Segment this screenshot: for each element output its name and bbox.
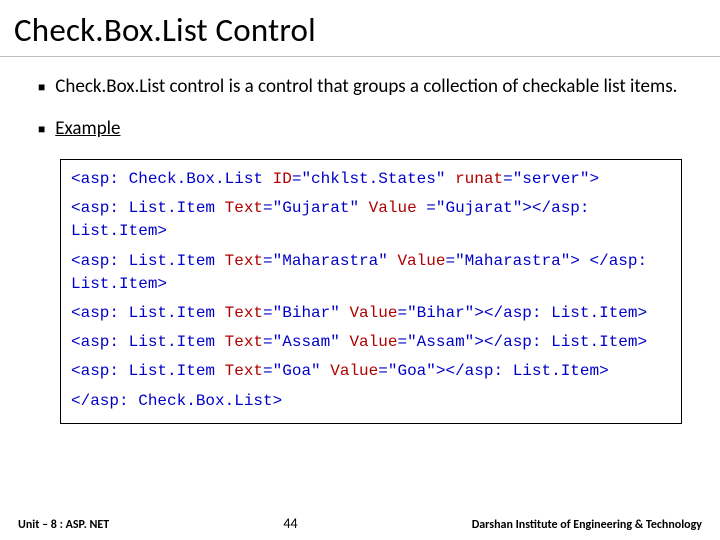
code-token: Value	[349, 333, 397, 351]
slide-footer: Unit – 8 : ASP. NET 44 Darshan Institute…	[0, 515, 720, 532]
code-token: <asp: List.Item	[71, 304, 225, 322]
code-token: runat	[455, 170, 503, 188]
code-line: <asp: List.Item Text="Goa" Value="Goa"><…	[71, 360, 671, 383]
code-token: <asp: List.Item	[71, 199, 225, 217]
bullet-icon: ■	[38, 75, 45, 101]
code-token: <asp: List.Item	[71, 362, 225, 380]
code-token: </asp: Check.Box.List>	[71, 392, 282, 410]
code-token: Value	[349, 304, 397, 322]
code-block: <asp: Check.Box.List ID="chklst.States" …	[60, 159, 682, 424]
code-line: <asp: List.Item Text="Maharastra" Value=…	[71, 250, 671, 296]
code-token: ="Assam"	[263, 333, 349, 351]
footer-right: Darshan Institute of Engineering & Techn…	[472, 518, 702, 532]
code-line: <asp: List.Item Text="Bihar" Value="Biha…	[71, 302, 671, 325]
code-token: ="Bihar"></asp: List.Item>	[397, 304, 647, 322]
code-token: Value	[330, 362, 378, 380]
code-token: Text	[225, 252, 263, 270]
bullet-item: ■ Example	[38, 117, 682, 143]
bullet-text-example: Example	[55, 117, 682, 141]
bullet-item: ■ Check.Box.List control is a control th…	[38, 75, 682, 101]
bullet-icon: ■	[38, 117, 45, 143]
code-token: <asp: List.Item	[71, 333, 225, 351]
code-token: ID	[273, 170, 292, 188]
code-token: ="Goa"	[263, 362, 330, 380]
code-token: <asp: Check.Box.List	[71, 170, 273, 188]
slide: Check.Box.List Control ■ Check.Box.List …	[0, 0, 720, 540]
footer-left: Unit – 8 : ASP. NET	[18, 518, 109, 532]
slide-title: Check.Box.List Control	[0, 0, 720, 57]
code-token: ="Goa"></asp: List.Item>	[378, 362, 608, 380]
bullet-text: Check.Box.List control is a control that…	[55, 75, 682, 99]
code-token: Text	[225, 362, 263, 380]
slide-body: ■ Check.Box.List control is a control th…	[0, 57, 720, 424]
code-line: <asp: Check.Box.List ID="chklst.States" …	[71, 168, 671, 191]
code-line: </asp: Check.Box.List>	[71, 390, 671, 413]
code-token: Value	[369, 199, 417, 217]
code-token: ="Bihar"	[263, 304, 349, 322]
code-token: Value	[397, 252, 445, 270]
code-token: ="Maharastra"	[263, 252, 397, 270]
code-token: <asp: List.Item	[71, 252, 225, 270]
code-token: ="Gujarat"	[263, 199, 369, 217]
code-token: Text	[225, 333, 263, 351]
code-token: ="chklst.States"	[292, 170, 455, 188]
page-number: 44	[283, 515, 297, 532]
code-line: <asp: List.Item Text="Assam" Value="Assa…	[71, 331, 671, 354]
code-token: ="server">	[503, 170, 599, 188]
code-token: Text	[225, 199, 263, 217]
code-token: ="Assam"></asp: List.Item>	[397, 333, 647, 351]
code-line: <asp: List.Item Text="Gujarat" Value ="G…	[71, 197, 671, 243]
code-token: Text	[225, 304, 263, 322]
